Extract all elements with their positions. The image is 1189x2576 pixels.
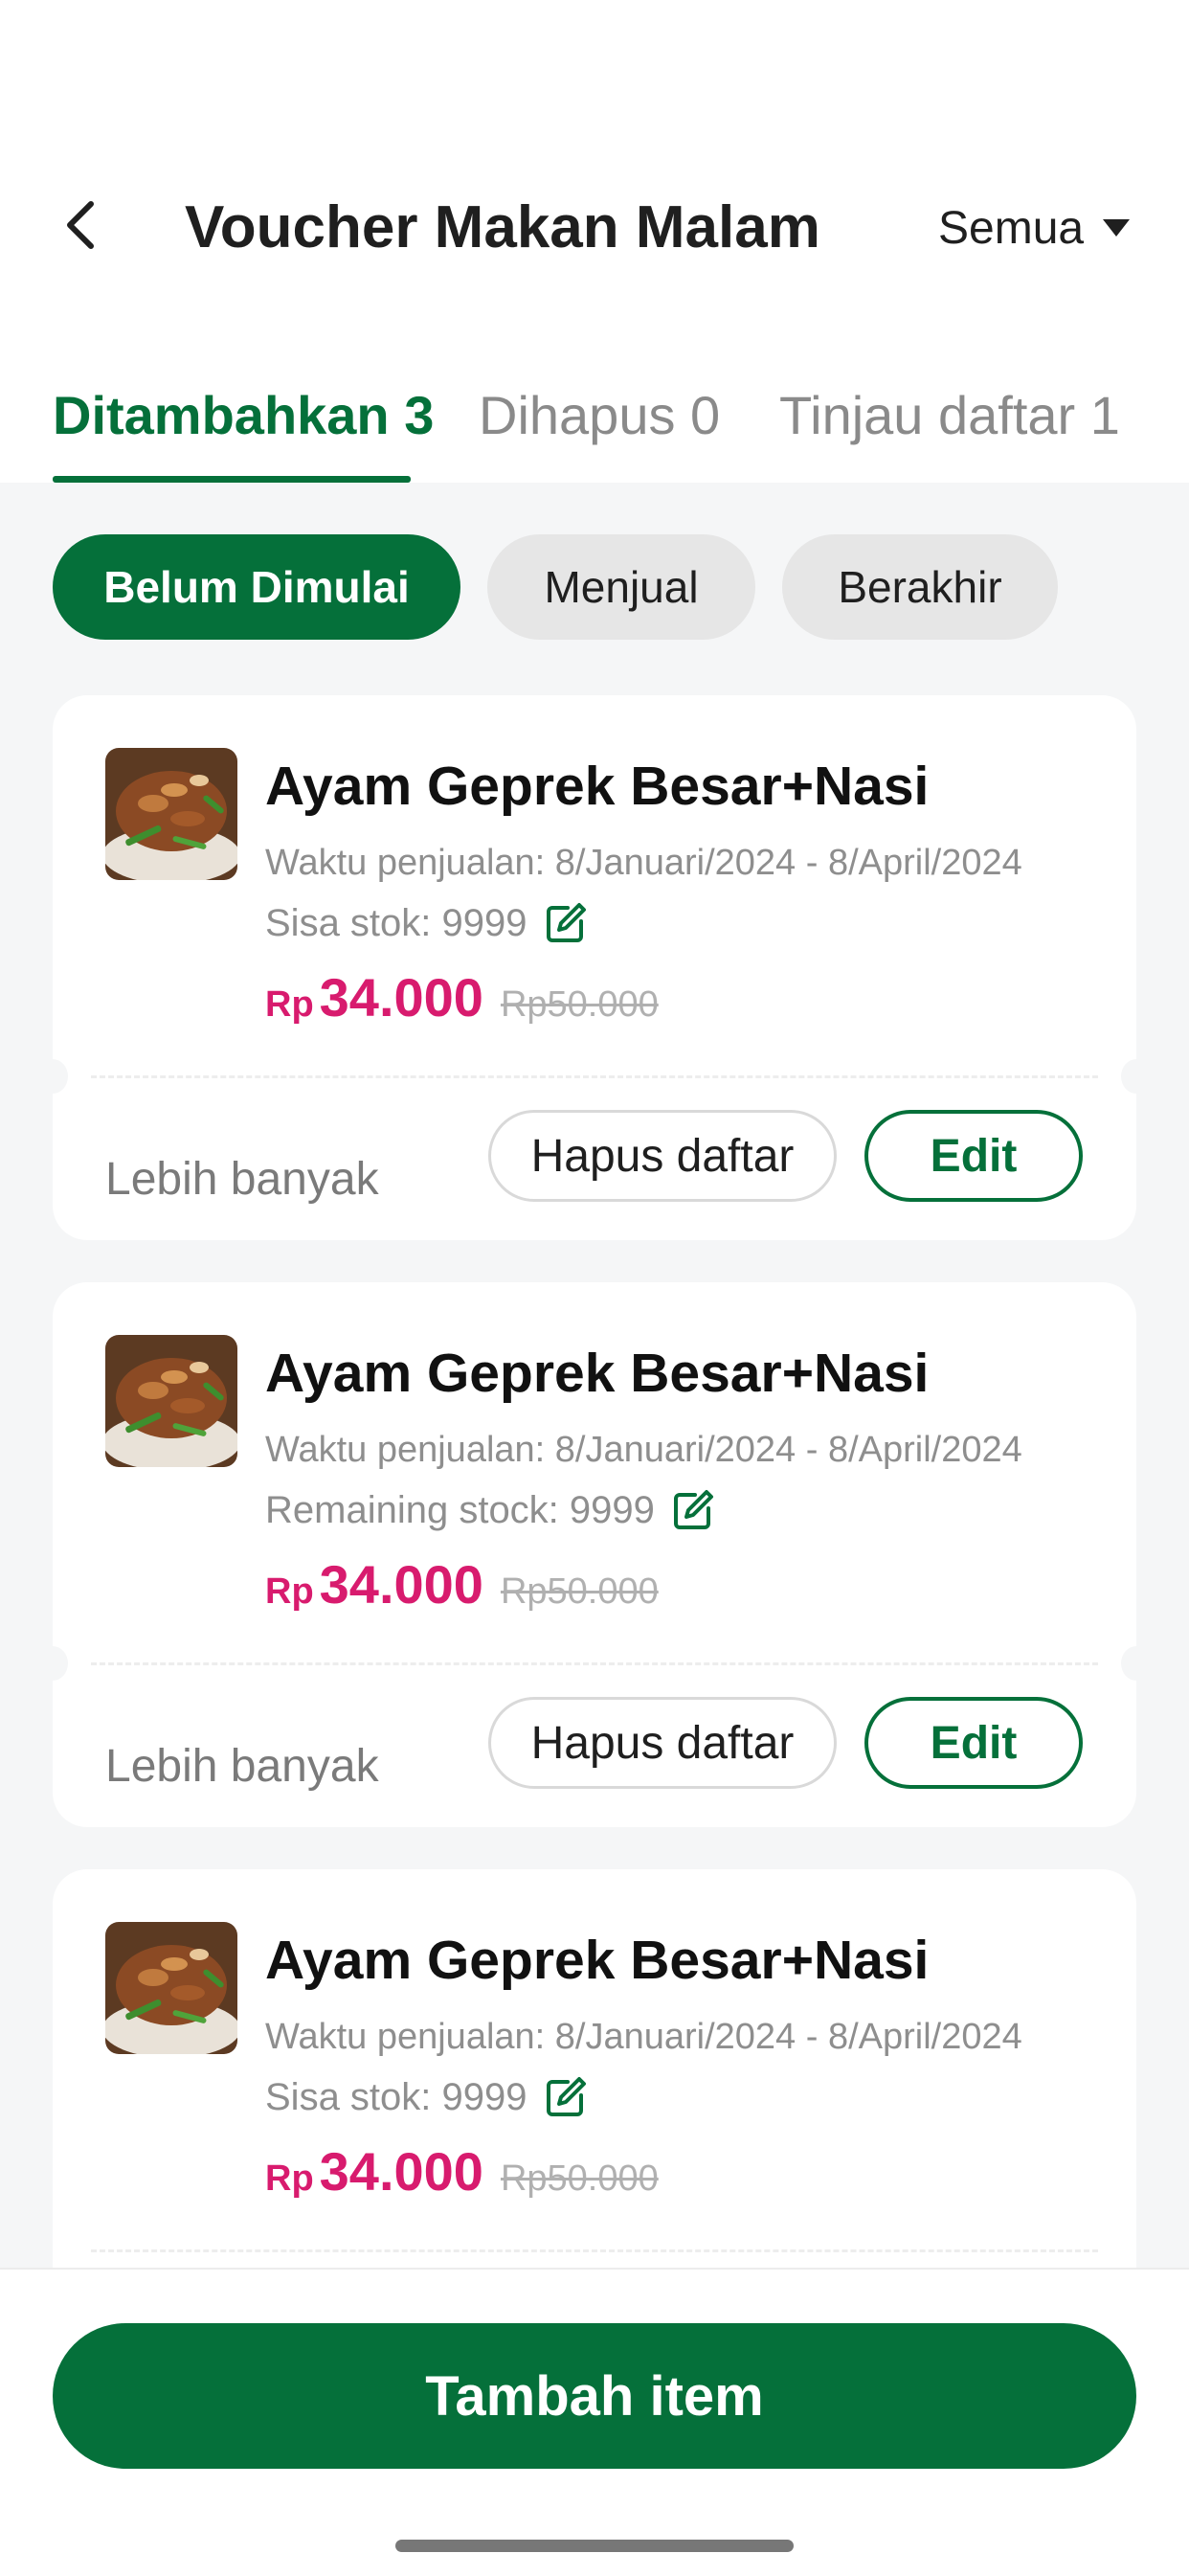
chip-not-started[interactable]: Belum Dimulai: [53, 534, 460, 640]
price: 34.000: [319, 1554, 483, 1615]
chip-selling[interactable]: Menjual: [487, 534, 755, 640]
sale-period: Waktu penjualan: 8/Januari/2024 - 8/Apri…: [265, 843, 1022, 883]
stock-row: Sisa stok: 9999: [265, 896, 591, 950]
item-thumbnail: [105, 1922, 237, 2054]
stock-row: Sisa stok: 9999: [265, 2070, 591, 2124]
more-options-link[interactable]: Lebih banyak: [105, 1740, 379, 1793]
edit-stock-button[interactable]: [545, 900, 591, 946]
delete-listing-button[interactable]: Hapus daftar: [488, 1697, 837, 1789]
tab-added[interactable]: Ditambahkan 3: [53, 378, 434, 484]
bottom-action-bar: Tambah item: [0, 2268, 1189, 2576]
edit-button[interactable]: Edit: [864, 1110, 1083, 1202]
tab-review[interactable]: Tinjau daftar 1: [779, 378, 1120, 484]
item-title: Ayam Geprek Besar+Nasi: [265, 756, 930, 817]
edit-button[interactable]: Edit: [864, 1697, 1083, 1789]
voucher-item-card: Ayam Geprek Besar+Nasi Waktu penjualan: …: [53, 1869, 1136, 2329]
home-indicator: [395, 2540, 794, 2552]
stock-text: Sisa stok: 9999: [265, 2075, 527, 2118]
item-thumbnail: [105, 1335, 237, 1467]
ticket-notch-left: [53, 1059, 68, 1094]
currency: Rp: [265, 2158, 314, 2199]
active-tab-indicator: [53, 476, 411, 483]
edit-pencil-icon: [546, 903, 586, 942]
edit-pencil-icon: [546, 2077, 586, 2116]
item-thumbnail: [105, 748, 237, 880]
currency: Rp: [265, 1571, 314, 1612]
tab-deleted[interactable]: Dihapus 0: [479, 378, 720, 484]
filter-label: Semua: [938, 202, 1085, 254]
status-chips: Belum Dimulai Menjual Berakhir: [53, 534, 1058, 640]
dashed-divider: [91, 1662, 1098, 1665]
tab-bar: Ditambahkan 3 Dihapus 0 Tinjau daftar 1: [0, 378, 1189, 484]
page-title: Voucher Makan Malam: [185, 194, 820, 260]
ticket-notch-left: [53, 1646, 68, 1681]
stock-row: Remaining stock: 9999: [265, 1483, 718, 1537]
dashed-divider: [91, 1075, 1098, 1078]
delete-listing-button[interactable]: Hapus daftar: [488, 1110, 837, 1202]
sale-period: Waktu penjualan: 8/Januari/2024 - 8/Apri…: [265, 2017, 1022, 2057]
price-row: Rp 34.000 Rp50.000: [265, 1553, 659, 1624]
status-filter-dropdown[interactable]: Semua: [938, 196, 1132, 260]
back-button[interactable]: [53, 196, 110, 254]
price: 34.000: [319, 2141, 483, 2202]
price-row: Rp 34.000 Rp50.000: [265, 2140, 659, 2211]
more-options-link[interactable]: Lebih banyak: [105, 1153, 379, 1206]
currency: Rp: [265, 984, 314, 1025]
item-title: Ayam Geprek Besar+Nasi: [265, 1343, 930, 1404]
caret-down-icon: [1103, 219, 1131, 237]
original-price: Rp50.000: [500, 984, 659, 1025]
edit-pencil-icon: [673, 1490, 713, 1529]
stock-text: Sisa stok: 9999: [265, 901, 527, 944]
sale-period: Waktu penjualan: 8/Januari/2024 - 8/Apri…: [265, 1430, 1022, 1470]
original-price: Rp50.000: [500, 1571, 659, 1612]
voucher-item-card: Ayam Geprek Besar+Nasi Waktu penjualan: …: [53, 695, 1136, 1240]
voucher-item-card: Ayam Geprek Besar+Nasi Waktu penjualan: …: [53, 1282, 1136, 1827]
chip-ended[interactable]: Berakhir: [782, 534, 1058, 640]
stock-text: Remaining stock: 9999: [265, 1488, 655, 1531]
edit-stock-button[interactable]: [545, 2074, 591, 2120]
item-title: Ayam Geprek Besar+Nasi: [265, 1930, 930, 1991]
add-item-button[interactable]: Tambah item: [53, 2323, 1136, 2469]
dashed-divider: [91, 2249, 1098, 2252]
chevron-left-icon: [67, 201, 94, 249]
ticket-notch-right: [1121, 1646, 1136, 1681]
price: 34.000: [319, 967, 483, 1028]
price-row: Rp 34.000 Rp50.000: [265, 966, 659, 1037]
edit-stock-button[interactable]: [672, 1487, 718, 1533]
original-price: Rp50.000: [500, 2158, 659, 2199]
ticket-notch-right: [1121, 1059, 1136, 1094]
